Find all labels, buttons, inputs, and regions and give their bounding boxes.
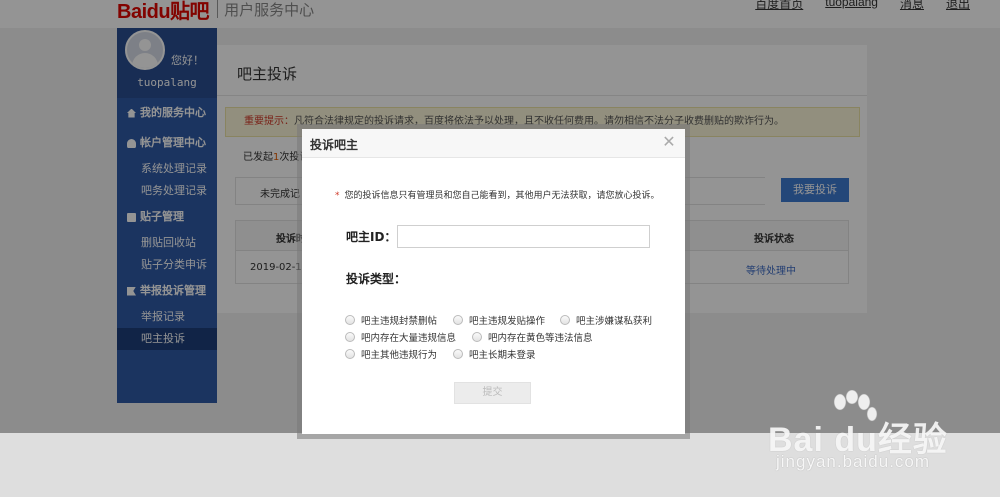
tip-text: 您的投诉信息只有管理员和您自己能看到，其他用户无法获取，请您放心投诉。 xyxy=(344,191,660,201)
option-label: 吧主其他违规行为 xyxy=(361,350,438,361)
close-icon[interactable]: ✕ xyxy=(661,134,677,150)
dialog-title: 投诉吧主 xyxy=(310,138,359,152)
option-label: 吧主长期未登录 xyxy=(469,350,536,361)
option-illegal-posting[interactable]: 吧主违规发贴操作 xyxy=(453,313,545,327)
dialog-header: 投诉吧主 ✕ xyxy=(302,129,685,158)
radio-button[interactable] xyxy=(345,315,355,325)
option-long-inactive[interactable]: 吧主长期未登录 xyxy=(453,347,536,361)
bazhu-id-label: 吧主ID： xyxy=(346,230,397,244)
option-label: 吧主违规封禁删帖 xyxy=(361,316,438,327)
privacy-tip: * 您的投诉信息只有管理员和您自己能看到，其他用户无法获取，请您放心投诉。 xyxy=(335,188,660,201)
required-star: * xyxy=(335,191,340,201)
radio-button[interactable] xyxy=(345,349,355,359)
option-illegal-ban[interactable]: 吧主违规封禁删帖 xyxy=(345,313,437,327)
option-label: 吧内存在黄色等违法信息 xyxy=(488,333,593,344)
option-other-violations[interactable]: 吧主其他违规行为 xyxy=(345,347,437,361)
option-illegal-content[interactable]: 吧内存在黄色等违法信息 xyxy=(472,330,593,344)
option-label: 吧主涉嫌谋私获利 xyxy=(576,316,653,327)
complaint-type-label: 投诉类型： xyxy=(346,272,407,286)
option-mass-violations[interactable]: 吧内存在大量违规信息 xyxy=(345,330,456,344)
complaint-dialog: 投诉吧主 ✕ * 您的投诉信息只有管理员和您自己能看到，其他用户无法获取，请您放心… xyxy=(302,129,685,434)
radio-button[interactable] xyxy=(453,349,463,359)
option-label: 吧主违规发贴操作 xyxy=(469,316,546,327)
radio-button[interactable] xyxy=(472,332,482,342)
radio-button[interactable] xyxy=(453,315,463,325)
submit-button[interactable]: 提交 xyxy=(454,382,531,404)
option-label: 吧内存在大量违规信息 xyxy=(361,333,457,344)
option-private-profit[interactable]: 吧主涉嫌谋私获利 xyxy=(560,313,652,327)
radio-button[interactable] xyxy=(560,315,570,325)
bazhu-id-input[interactable] xyxy=(397,225,650,248)
radio-button[interactable] xyxy=(345,332,355,342)
modal-backdrop-bottom xyxy=(0,433,1000,497)
